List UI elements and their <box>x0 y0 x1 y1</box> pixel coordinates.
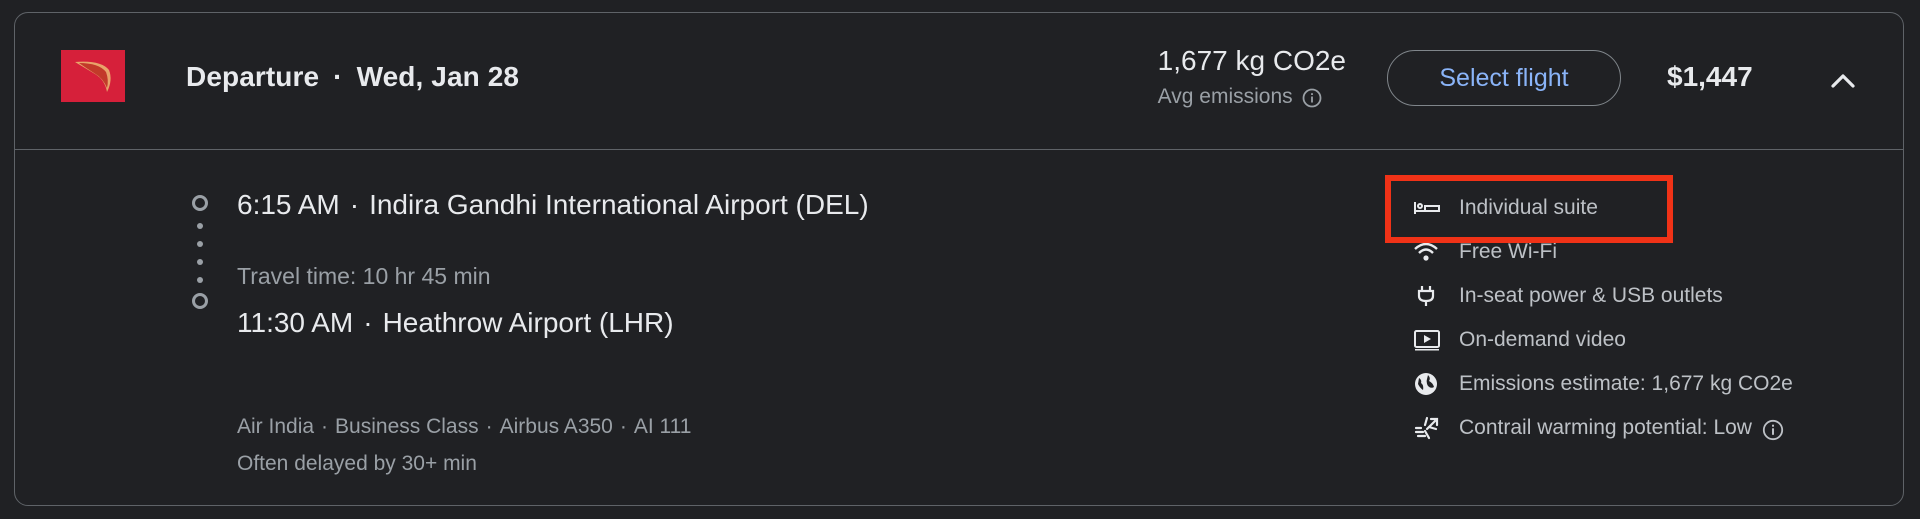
flight-meta: Air India · Business Class · Airbus A350 · AI … <box>237 415 692 438</box>
info-icon[interactable] <box>1762 419 1784 441</box>
air-india-logo <box>61 50 125 102</box>
flight-details-card: Departure · Wed, Jan 28 1,677 kg CO2e Avg … <box>14 12 1904 506</box>
arrival-marker-icon <box>192 293 208 309</box>
highlight-box <box>1385 175 1673 243</box>
emissions-value: 1,677 kg CO2e <box>1157 45 1346 76</box>
timeline-dot <box>197 241 203 247</box>
globe-icon <box>1413 371 1445 397</box>
amenity-item: In-seat power & USB outlets <box>1413 283 1723 309</box>
emissions-label: Avg emissions <box>1157 85 1293 108</box>
departure-marker-icon <box>192 195 208 211</box>
arrival-line: 11:30 AM · Heathrow Airport (LHR) <box>237 307 674 338</box>
itinerary-timeline <box>186 195 216 335</box>
select-flight-button[interactable]: Select flight <box>1387 50 1621 106</box>
timeline-dot <box>197 277 203 283</box>
departure-date: Wed, Jan 28 <box>356 61 520 92</box>
video-icon <box>1413 327 1445 353</box>
amenity-item: Emissions estimate: 1,677 kg CO2e <box>1413 371 1793 397</box>
flight-number: AI 111 <box>633 415 692 438</box>
contrail-icon <box>1413 415 1445 441</box>
aircraft-type: Airbus A350 <box>499 415 613 438</box>
emissions-summary: 1,677 kg CO2e Avg emissions <box>1158 45 1346 109</box>
timeline-dot <box>197 223 203 229</box>
chevron-up-icon[interactable] <box>1827 65 1859 97</box>
amenity-label: Free Wi-Fi <box>1459 240 1557 263</box>
direction-label: Departure <box>186 61 320 92</box>
departure-title: Departure · Wed, Jan 28 <box>186 61 520 92</box>
amenity-item: On-demand video <box>1413 327 1626 353</box>
cabin-class: Business Class <box>335 415 479 438</box>
amenity-label: In-seat power & USB outlets <box>1459 284 1723 307</box>
info-icon[interactable] <box>1302 88 1322 108</box>
power-plug-icon <box>1413 283 1445 309</box>
flight-price: $1,447 <box>1667 61 1753 92</box>
departure-line: 6:15 AM · Indira Gandhi International Airp… <box>237 189 869 220</box>
flight-header[interactable]: Departure · Wed, Jan 28 1,677 kg CO2e Avg … <box>15 13 1903 150</box>
amenity-label: Contrail warming potential: Low <box>1459 416 1752 439</box>
delay-note: Often delayed by 30+ min <box>237 452 477 475</box>
arrival-time: 11:30 AM <box>237 307 354 338</box>
airline-name: Air India <box>237 415 315 438</box>
arrival-airport: Heathrow Airport (LHR) <box>382 307 674 338</box>
travel-time: Travel time: 10 hr 45 min <box>237 263 491 289</box>
amenity-label: On-demand video <box>1459 328 1626 351</box>
departure-airport: Indira Gandhi International Airport (DEL… <box>369 189 869 220</box>
timeline-dot <box>197 259 203 265</box>
amenity-item: Contrail warming potential: Low <box>1413 415 1784 441</box>
amenity-label: Emissions estimate: 1,677 kg CO2e <box>1459 372 1793 395</box>
departure-time: 6:15 AM <box>237 189 340 220</box>
